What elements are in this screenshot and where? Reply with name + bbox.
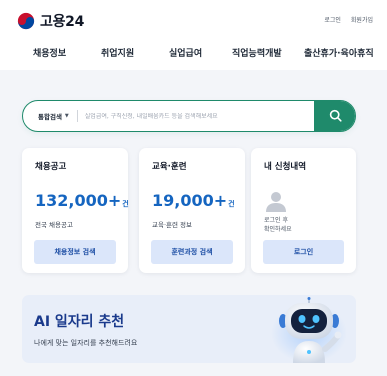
card-title: 내 신청내역 [264, 162, 307, 172]
user-avatar-icon [266, 192, 286, 212]
login-note-line2: 확인하세요 [264, 226, 292, 233]
nav-item-parental-leave[interactable]: 출산휴가·육아휴직 [304, 46, 374, 59]
job-search-button[interactable]: 채용정보 검색 [34, 240, 116, 264]
search-button[interactable] [314, 101, 355, 131]
ai-banner-title: AI 일자리 추천 [34, 314, 125, 330]
login-button[interactable]: 로그인 [263, 240, 344, 264]
card-subtitle: 교육·훈련 정보 [152, 221, 193, 229]
nav-item-unemployment-benefits[interactable]: 실업급여 [169, 46, 202, 59]
login-note: 로그인 후 확인하세요 [264, 216, 292, 234]
job-count: 132,000+건 [35, 191, 129, 210]
card-title: 교육·훈련 [152, 162, 187, 172]
robot-illustration-icon [271, 297, 347, 363]
card-title: 채용공고 [35, 162, 67, 172]
job-count-value: 132,000+ [35, 191, 122, 210]
card-subtitle: 전국 채용공고 [35, 221, 73, 229]
ai-banner-subtitle: 나에게 맞는 일자리를 추천해드려요 [34, 339, 138, 347]
search-category-label: 통합검색 [38, 113, 62, 121]
logo[interactable]: 고용24 [17, 11, 84, 31]
training-count: 19,000+건 [152, 191, 235, 210]
job-count-unit: 건 [122, 200, 129, 208]
training-count-value: 19,000+ [152, 191, 228, 210]
search-category-select[interactable]: 통합검색 ▼ [23, 111, 69, 121]
divider [76, 110, 78, 122]
header: 고용24 로그인 회원가입 채용정보 취업지원 실업급여 직업능력개발 출산휴가… [0, 0, 387, 70]
card-training: 교육·훈련 19,000+건 교육·훈련 정보 훈련과정 검색 [139, 148, 245, 273]
ai-recommendation-banner[interactable]: AI 일자리 추천 나에게 맞는 일자리를 추천해드려요 [22, 295, 356, 363]
search-bar: 통합검색 ▼ [22, 100, 356, 132]
card-my-applications: 내 신청내역 로그인 후 확인하세요 로그인 [251, 148, 356, 273]
utility-links: 로그인 회원가입 [324, 15, 373, 24]
logo-text: 고용24 [40, 14, 85, 30]
training-search-button[interactable]: 훈련과정 검색 [151, 240, 233, 264]
nav-item-jobs[interactable]: 채용정보 [33, 46, 66, 59]
nav-item-employment-support[interactable]: 취업지원 [101, 46, 134, 59]
login-note-line1: 로그인 후 [264, 217, 288, 224]
nav-item-vocational-training[interactable]: 직업능력개발 [232, 46, 282, 59]
taegeuk-logo-icon [17, 12, 35, 30]
training-count-unit: 건 [228, 200, 235, 208]
chevron-down-icon: ▼ [64, 113, 69, 119]
signup-link[interactable]: 회원가입 [351, 15, 373, 24]
search-icon [329, 109, 342, 122]
card-job-postings: 채용공고 132,000+건 전국 채용공고 채용정보 검색 [22, 148, 129, 273]
login-link[interactable]: 로그인 [324, 15, 341, 24]
